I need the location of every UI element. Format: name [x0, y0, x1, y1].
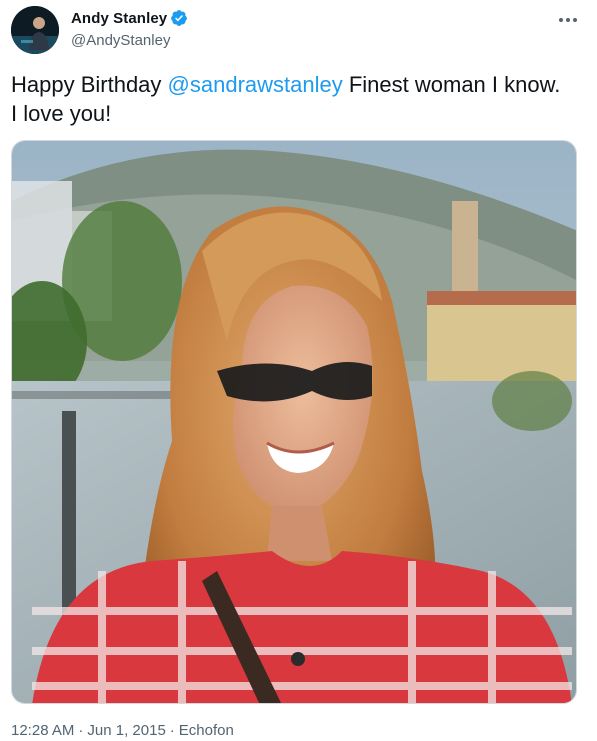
verified-badge-icon: [171, 10, 188, 26]
author-name-row[interactable]: Andy Stanley: [71, 9, 188, 27]
tweet-card: Andy Stanley @AndyStanley Happy Birthday…: [0, 0, 597, 741]
more-icon[interactable]: [556, 8, 580, 32]
meta-separator: ·: [169, 722, 175, 739]
tweet-text-prefix: Happy Birthday: [11, 72, 168, 97]
profile-avatar-icon: [11, 6, 59, 54]
tweet-date[interactable]: Jun 1, 2015: [87, 722, 165, 739]
tweet-photo[interactable]: [11, 140, 577, 704]
more-dot: [566, 18, 570, 22]
tweet-source[interactable]: Echofon: [179, 722, 234, 739]
author-display-name[interactable]: Andy Stanley: [71, 10, 167, 27]
author-avatar[interactable]: [11, 6, 59, 54]
author-handle[interactable]: @AndyStanley: [71, 32, 170, 49]
tweet-meta: 12:28 AM · Jun 1, 2015 · Echofon: [11, 722, 234, 739]
mention-link[interactable]: @sandrawstanley: [168, 72, 343, 97]
tweet-text: Happy Birthday @sandrawstanley Finest wo…: [11, 70, 571, 128]
more-dot: [573, 18, 577, 22]
more-dot: [559, 18, 563, 22]
photo-image: [12, 141, 576, 703]
meta-separator: ·: [78, 722, 84, 739]
tweet-timestamp[interactable]: 12:28 AM: [11, 722, 74, 739]
